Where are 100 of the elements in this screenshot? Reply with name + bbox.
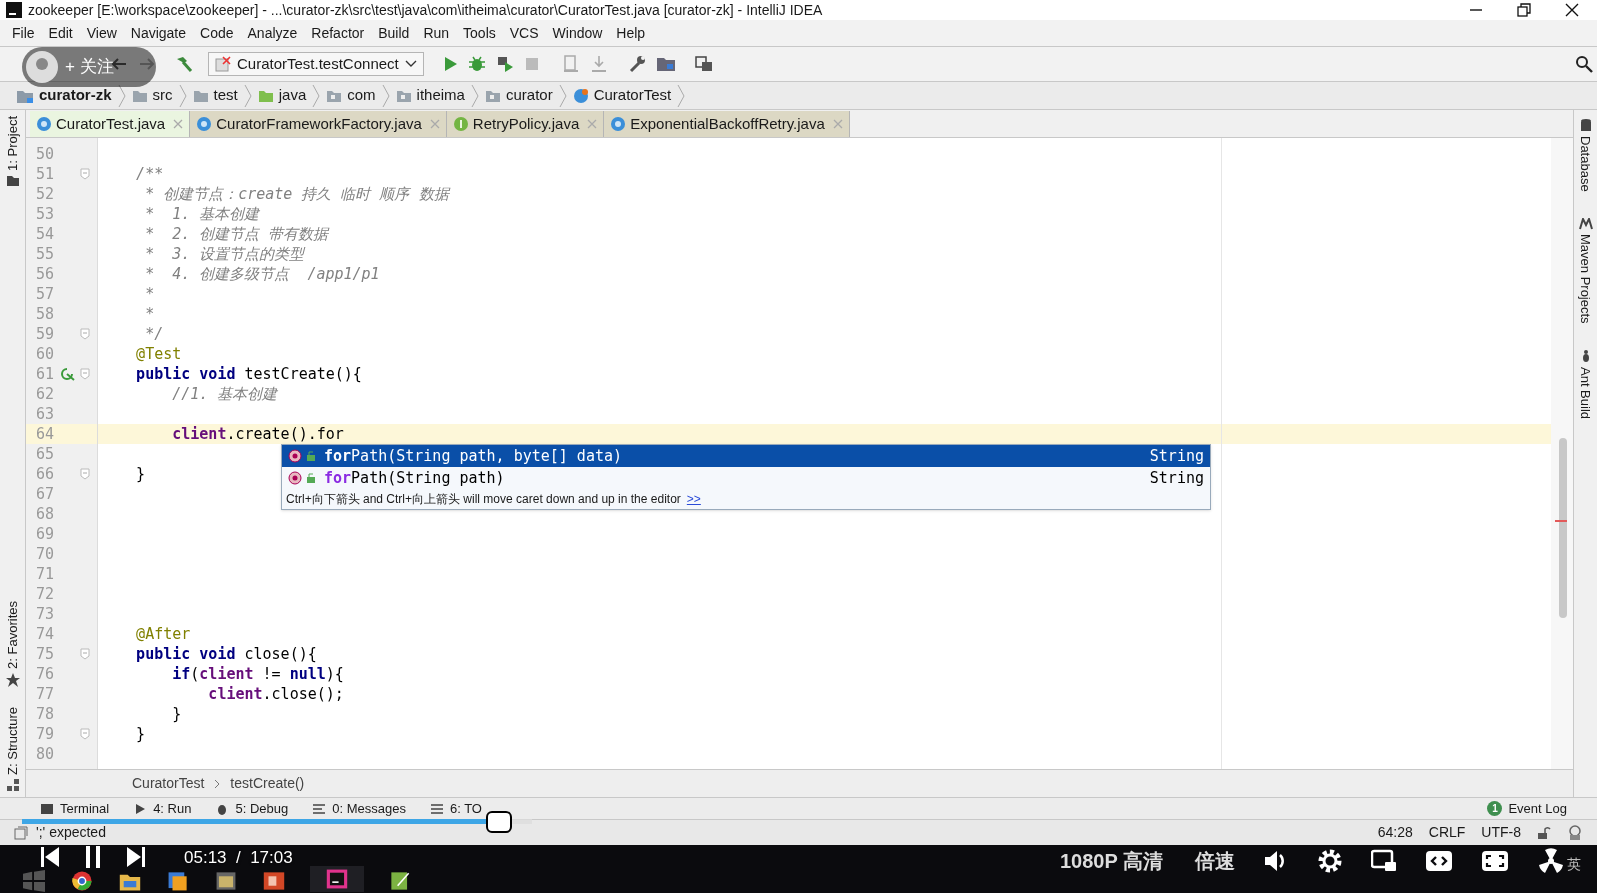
menu-item[interactable]: VCS bbox=[509, 22, 539, 44]
lock-icon[interactable] bbox=[1537, 825, 1551, 840]
pause-icon[interactable] bbox=[84, 845, 102, 869]
editor-tab[interactable]: ExponentialBackoffRetry.java bbox=[604, 111, 850, 137]
inspector-icon[interactable] bbox=[1567, 824, 1583, 841]
ide-taskbar-button[interactable] bbox=[310, 866, 364, 892]
line-number: 51 bbox=[34, 163, 54, 185]
forward-arrow-icon[interactable] bbox=[138, 56, 156, 72]
line-number: 70 bbox=[34, 543, 54, 565]
panel-toggle-icon[interactable] bbox=[14, 825, 28, 840]
menu-item[interactable]: Window bbox=[552, 22, 603, 44]
breadcrumb-item[interactable]: testCreate() bbox=[230, 773, 305, 794]
line-number: 54 bbox=[34, 223, 54, 245]
line-number: 78 bbox=[34, 703, 54, 725]
close-icon[interactable] bbox=[1565, 3, 1579, 17]
line-number: 64 bbox=[34, 423, 54, 445]
notepad-icon[interactable] bbox=[388, 870, 412, 892]
menu-item[interactable]: File bbox=[12, 22, 35, 44]
code-line: @After bbox=[135, 623, 191, 645]
breadcrumb-item[interactable]: CuratorTest bbox=[593, 84, 672, 107]
editor-tab[interactable]: RetryPolicy.java bbox=[446, 111, 605, 137]
tool-window-tab[interactable]: 2: Favorites bbox=[2, 601, 23, 670]
fold-marker-icon[interactable] bbox=[80, 168, 90, 180]
tool-window-button[interactable]: 6: TO bbox=[429, 798, 482, 819]
settings-icon[interactable] bbox=[1317, 848, 1343, 874]
tool-window-tab[interactable]: Maven Projects bbox=[1575, 233, 1596, 324]
breadcrumb-item[interactable]: curator-zk bbox=[39, 84, 112, 107]
bug-icon[interactable] bbox=[467, 55, 486, 73]
line-number: 55 bbox=[34, 243, 54, 265]
breadcrumb-item[interactable]: test bbox=[213, 84, 238, 107]
progress-handle[interactable] bbox=[485, 811, 512, 833]
widescreen-icon[interactable] bbox=[1425, 850, 1453, 872]
breadcrumb-item[interactable]: CuratorTest bbox=[132, 773, 205, 794]
breadcrumb-item[interactable]: src bbox=[152, 84, 173, 107]
menu-item[interactable]: Run bbox=[423, 22, 450, 44]
line-number: 77 bbox=[34, 683, 54, 705]
tool-window-button[interactable]: 5: Debug bbox=[215, 798, 289, 819]
breadcrumb-item[interactable]: curator bbox=[505, 84, 553, 107]
channel-avatar-icon bbox=[25, 50, 59, 84]
fullscreen-icon[interactable] bbox=[1481, 850, 1509, 872]
quality-selector[interactable]: 1080P 高清 bbox=[1059, 846, 1163, 876]
tool-window-tab[interactable]: 1: Project bbox=[2, 116, 23, 171]
speed-selector[interactable]: 倍速 bbox=[1195, 846, 1235, 876]
menu-item[interactable]: Edit bbox=[48, 22, 73, 44]
code-line: if(client != null){ bbox=[171, 663, 344, 685]
more-link[interactable]: >> bbox=[686, 490, 701, 508]
run-configuration-dropdown[interactable]: CuratorTest.testConnect bbox=[208, 52, 424, 76]
completion-item[interactable]: forPath(String path) String bbox=[282, 467, 1210, 489]
code-line: * 2. 创建节点 带有数据 bbox=[144, 223, 329, 245]
tool-window-tab[interactable]: Database bbox=[1575, 136, 1596, 192]
fold-marker-icon[interactable] bbox=[80, 328, 90, 340]
chevron-right-icon bbox=[558, 83, 567, 108]
fold-marker-icon[interactable] bbox=[80, 468, 90, 480]
tool-window-tab[interactable]: Z: Structure bbox=[2, 707, 23, 775]
breadcrumb-item[interactable]: itheima bbox=[416, 84, 465, 107]
menu-item[interactable]: Code bbox=[200, 22, 234, 44]
line-number: 72 bbox=[34, 583, 54, 605]
breadcrumb-item[interactable]: com bbox=[347, 84, 376, 107]
fold-marker-icon[interactable] bbox=[80, 648, 90, 660]
line-separator-selector[interactable]: CRLF bbox=[1428, 822, 1466, 843]
picture-in-picture-icon[interactable] bbox=[1371, 849, 1397, 873]
menu-item[interactable]: View bbox=[86, 22, 117, 44]
tool-window-button[interactable]: 0: Messages bbox=[312, 798, 406, 819]
previous-icon[interactable] bbox=[40, 846, 60, 868]
menu-item[interactable]: Tools bbox=[463, 22, 496, 44]
scrollbar-thumb[interactable] bbox=[1559, 438, 1567, 618]
radiation-symbol-icon[interactable] bbox=[1537, 847, 1565, 875]
line-number: 66 bbox=[34, 463, 54, 485]
fold-marker-icon[interactable] bbox=[80, 728, 90, 740]
follow-button[interactable]: + 关注 bbox=[22, 47, 156, 87]
completion-item[interactable]: forPath(String path, byte[] data) String bbox=[282, 445, 1210, 467]
search-icon[interactable] bbox=[1575, 55, 1593, 73]
method-icon bbox=[288, 471, 302, 485]
browser-icon[interactable] bbox=[70, 870, 94, 892]
menu-item[interactable]: Refactor bbox=[311, 22, 365, 44]
tool-window-button[interactable]: 4: Run bbox=[133, 798, 192, 819]
input-method-indicator[interactable]: 英 bbox=[1567, 854, 1581, 875]
next-icon[interactable] bbox=[126, 846, 146, 868]
fold-marker-icon[interactable] bbox=[80, 368, 90, 380]
breadcrumb-item[interactable]: java bbox=[278, 84, 307, 107]
encoding-selector[interactable]: UTF-8 bbox=[1481, 822, 1521, 843]
menu-item[interactable]: Help bbox=[616, 22, 646, 44]
restore-icon[interactable] bbox=[1517, 3, 1531, 17]
tool-window-button[interactable]: Terminal bbox=[40, 798, 110, 819]
status-message: ';' expected bbox=[36, 823, 106, 842]
package-folder-icon bbox=[484, 88, 501, 103]
menu-item[interactable]: Build bbox=[378, 22, 410, 44]
menu-item[interactable]: Analyze bbox=[247, 22, 298, 44]
line-number: 52 bbox=[34, 183, 54, 205]
menu-item[interactable]: Navigate bbox=[130, 22, 187, 44]
tool-window-icon bbox=[312, 801, 327, 816]
caret-position[interactable]: 64:28 bbox=[1377, 822, 1413, 843]
editor-tab[interactable]: CuratorFrameworkFactory.java bbox=[190, 111, 447, 137]
wrench-icon[interactable] bbox=[627, 55, 646, 73]
event-log-button[interactable]: 1 Event Log bbox=[1487, 798, 1567, 819]
run-test-icon[interactable] bbox=[59, 366, 75, 382]
chevron-down-icon bbox=[404, 60, 417, 68]
tool-window-tab[interactable]: Ant Build bbox=[1575, 367, 1596, 420]
editor-tab[interactable]: CuratorTest.java bbox=[30, 111, 191, 137]
chevron-right-icon bbox=[117, 83, 126, 108]
